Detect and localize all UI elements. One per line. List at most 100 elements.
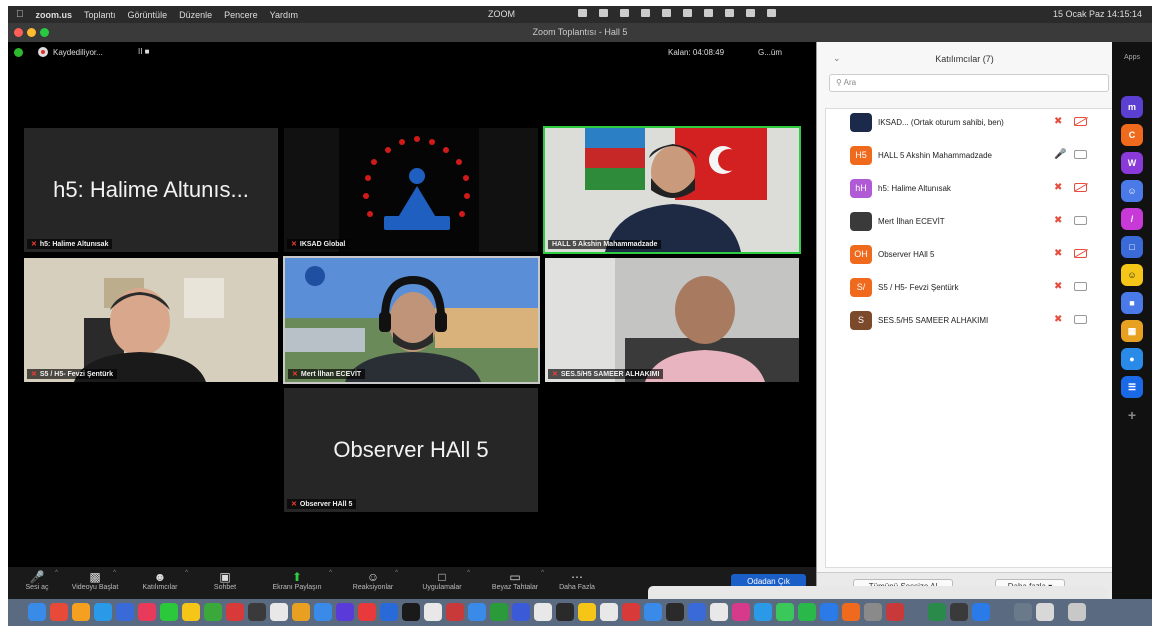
app-icon[interactable]	[732, 603, 750, 621]
app-icon[interactable]	[446, 603, 464, 621]
mic-icon[interactable]: 🎤	[1054, 149, 1066, 160]
video-tile[interactable]: ✕ IKSAD Global	[284, 128, 538, 252]
app-icon[interactable]	[292, 603, 310, 621]
muted-mic-icon[interactable]: ✖	[1054, 215, 1062, 226]
chat-button[interactable]: ▣ Sohbet	[196, 567, 254, 599]
app-icon[interactable]	[950, 603, 968, 621]
video-off-icon[interactable]	[1074, 249, 1087, 258]
tray-icon[interactable]	[704, 9, 713, 17]
recording-controls[interactable]: II ■	[138, 47, 150, 56]
app-icon[interactable]	[380, 603, 398, 621]
more-button[interactable]: ⋯ Daha Fazla	[552, 567, 602, 599]
app-icon[interactable]: ☺	[1121, 264, 1143, 286]
video-icon[interactable]	[1074, 282, 1087, 291]
chevron-up-icon[interactable]: ^	[467, 570, 470, 576]
chevron-up-icon[interactable]: ^	[395, 570, 398, 576]
participant-row[interactable]: OH Observer HAll 5 ✖	[826, 241, 1112, 274]
app-icon[interactable]	[534, 603, 552, 621]
muted-mic-icon[interactable]: ✖	[1054, 248, 1062, 259]
app-icon[interactable]: /	[1121, 208, 1143, 230]
video-tile[interactable]: ✕ Mert İlhan ECEVİT	[283, 256, 540, 384]
app-icon[interactable]: □	[1121, 236, 1143, 258]
tray-icon[interactable]	[599, 9, 608, 17]
app-icon[interactable]	[644, 603, 662, 621]
tray-icon[interactable]	[641, 9, 650, 17]
app-icon[interactable]: ▦	[1121, 320, 1143, 342]
app-icon[interactable]	[402, 603, 420, 621]
tray-icon[interactable]	[683, 9, 692, 17]
participant-row[interactable]: Mert İlhan ECEVİT ✖	[826, 208, 1112, 241]
app-icon[interactable]: C	[1121, 124, 1143, 146]
video-tile[interactable]: ✕ SES.5/H5 SAMEER ALHAKIMI	[545, 258, 799, 382]
menu-item-help[interactable]: Yardım	[270, 10, 298, 20]
app-icon[interactable]	[490, 603, 508, 621]
app-icon[interactable]	[72, 603, 90, 621]
app-icon[interactable]: ●	[1121, 348, 1143, 370]
menu-item-edit[interactable]: Düzenle	[179, 10, 212, 20]
tray-icon[interactable]	[578, 9, 587, 17]
video-tile[interactable]: Observer HAll 5 ✕ Observer HAll 5	[284, 388, 538, 512]
chevron-up-icon[interactable]: ^	[185, 570, 188, 576]
control-center-icon[interactable]	[767, 9, 776, 17]
wifi-icon[interactable]	[725, 9, 734, 17]
app-icon[interactable]: ☺	[1121, 180, 1143, 202]
safari-icon[interactable]	[94, 603, 112, 621]
tray-icon[interactable]	[620, 9, 629, 17]
app-icon[interactable]	[1014, 603, 1032, 621]
zoom-app-icon[interactable]	[972, 603, 990, 621]
app-icon[interactable]	[666, 603, 684, 621]
finder-icon[interactable]	[28, 603, 46, 621]
launchpad-icon[interactable]	[50, 603, 68, 621]
whiteboard-button[interactable]: ▭ Beyaz Tahtalar ^	[478, 567, 552, 599]
tray-icon[interactable]	[662, 9, 671, 17]
video-icon[interactable]	[1074, 315, 1087, 324]
reactions-button[interactable]: ☺ Reaksiyonlar ^	[340, 567, 406, 599]
participant-row[interactable]: IKSAD... (Ortak oturum sahibi, ben) ✖	[826, 109, 1112, 142]
menu-item-view[interactable]: Görüntüle	[128, 10, 168, 20]
video-off-icon[interactable]	[1074, 183, 1087, 192]
app-icon[interactable]	[116, 603, 134, 621]
start-video-button[interactable]: ▩ Videoyu Başlat ^	[66, 567, 124, 599]
app-icon[interactable]	[600, 603, 618, 621]
app-icon[interactable]	[512, 603, 530, 621]
search-icon[interactable]	[746, 9, 755, 17]
app-icon[interactable]	[138, 603, 156, 621]
app-icon[interactable]	[754, 603, 772, 621]
app-icon[interactable]	[248, 603, 266, 621]
app-icon[interactable]	[710, 603, 728, 621]
video-off-icon[interactable]	[1074, 117, 1087, 126]
video-tile[interactable]: h5: Halime Altunıs... ✕ h5: Halime Altunı…	[24, 128, 278, 252]
app-icon[interactable]	[358, 603, 376, 621]
app-icon[interactable]: ☰	[1121, 376, 1143, 398]
video-tile[interactable]: ✕ S5 / H5- Fevzi Şentürk	[24, 258, 278, 382]
participants-button[interactable]: ☻ Katılımcılar ^	[124, 567, 196, 599]
chevron-up-icon[interactable]: ^	[329, 570, 332, 576]
app-icon[interactable]: ■	[1121, 292, 1143, 314]
menu-app-name[interactable]: zoom.us	[36, 10, 73, 20]
settings-icon[interactable]	[864, 603, 882, 621]
apple-icon[interactable]: 	[16, 9, 24, 20]
muted-mic-icon[interactable]: ✖	[1054, 314, 1062, 325]
view-button[interactable]: G...üm	[758, 48, 782, 57]
app-icon[interactable]	[688, 603, 706, 621]
muted-mic-icon[interactable]: ✖	[1054, 281, 1062, 292]
app-icon[interactable]	[622, 603, 640, 621]
app-icon[interactable]	[270, 603, 288, 621]
app-icon[interactable]	[204, 603, 222, 621]
app-icon[interactable]	[886, 603, 904, 621]
app-icon[interactable]	[182, 603, 200, 621]
app-icon[interactable]	[336, 603, 354, 621]
apps-button[interactable]: □ Uygulamalar ^	[406, 567, 478, 599]
app-icon[interactable]	[776, 603, 794, 621]
participant-row[interactable]: S SES.5/H5 SAMEER ALHAKIMI ✖	[826, 307, 1112, 340]
menu-item-meeting[interactable]: Toplantı	[84, 10, 116, 20]
app-icon[interactable]	[928, 603, 946, 621]
participant-row[interactable]: H5 HALL 5 Akshin Mahammadzade 🎤	[826, 142, 1112, 175]
chevron-up-icon[interactable]: ^	[541, 570, 544, 576]
video-tile-active-speaker[interactable]: HALL 5 Akshin Mahammadzade	[543, 126, 801, 254]
muted-mic-icon[interactable]: ✖	[1054, 182, 1062, 193]
app-store-icon[interactable]	[820, 603, 838, 621]
security-shield-icon[interactable]	[14, 48, 23, 57]
participant-row[interactable]: hH h5: Halime Altunısak ✖	[826, 175, 1112, 208]
app-icon[interactable]	[1036, 603, 1054, 621]
